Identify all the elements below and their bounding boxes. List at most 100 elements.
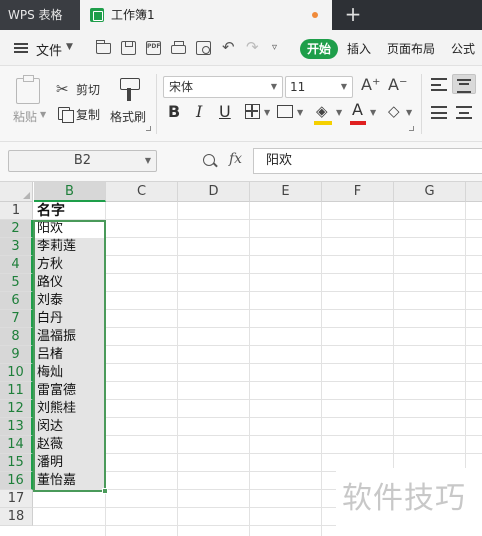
new-tab-button[interactable]: + xyxy=(332,0,374,30)
format-painter-button[interactable]: 格式刷 xyxy=(110,108,146,125)
column-header-b[interactable]: B xyxy=(34,182,106,202)
font-size-select[interactable]: 11 ▼ xyxy=(285,76,353,98)
cell-b13[interactable]: 闵达 xyxy=(34,418,105,436)
chevron-down-icon[interactable]: ▼ xyxy=(145,151,151,171)
cell-b10[interactable]: 梅灿 xyxy=(34,364,105,382)
chevron-down-icon[interactable]: ▼ xyxy=(297,108,303,117)
cell-b8[interactable]: 温福振 xyxy=(34,328,105,346)
hamburger-menu-icon[interactable] xyxy=(14,43,28,53)
fill-color-icon[interactable]: ◈ xyxy=(316,102,328,120)
file-menu[interactable]: 文件 xyxy=(36,40,62,59)
borders-icon[interactable] xyxy=(245,104,260,119)
cell-b11[interactable]: 雷富德 xyxy=(34,382,105,400)
row-header-17[interactable]: 17 xyxy=(0,490,33,508)
more-icon[interactable]: ▿ xyxy=(272,42,277,56)
undo-icon[interactable]: ↶ xyxy=(222,40,235,55)
row-header-1[interactable]: 1 xyxy=(0,202,33,220)
row-header-16[interactable]: 16 xyxy=(0,472,33,490)
row-header-6[interactable]: 6 xyxy=(0,292,33,310)
group-launcher-icon[interactable] xyxy=(409,126,414,131)
row-header-15[interactable]: 15 xyxy=(0,454,33,472)
fill-handle[interactable] xyxy=(102,488,108,494)
select-all-corner[interactable] xyxy=(0,182,33,202)
merge-cells-icon[interactable] xyxy=(277,105,293,118)
italic-button[interactable]: I xyxy=(196,102,202,121)
copy-icon[interactable] xyxy=(58,107,74,123)
row-header-18[interactable]: 18 xyxy=(0,508,33,526)
clear-format-icon[interactable]: ◇ xyxy=(388,102,400,120)
cell-b9[interactable]: 吕楮 xyxy=(34,346,105,364)
group-launcher-icon[interactable] xyxy=(146,126,151,131)
cell-b2[interactable]: 阳欢 xyxy=(34,220,105,238)
row-header-11[interactable]: 11 xyxy=(0,382,33,400)
cell-b15[interactable]: 潘明 xyxy=(34,454,105,472)
tab-insert[interactable]: 插入 xyxy=(347,39,371,59)
cell-b16[interactable]: 董怡嘉 xyxy=(34,472,105,490)
row-header-5[interactable]: 5 xyxy=(0,274,33,292)
chevron-down-icon[interactable]: ▼ xyxy=(40,110,46,119)
chevron-down-icon[interactable]: ▼ xyxy=(341,77,347,97)
chevron-down-icon[interactable]: ▼ xyxy=(264,108,270,117)
redo-icon[interactable]: ↷ xyxy=(246,40,259,55)
row-header-7[interactable]: 7 xyxy=(0,310,33,328)
cell-b1[interactable]: 名字 xyxy=(34,202,105,220)
row-header-9[interactable]: 9 xyxy=(0,346,33,364)
row-header-2[interactable]: 2 xyxy=(0,220,33,238)
paste-button[interactable]: 粘贴 xyxy=(13,108,37,125)
font-color-button[interactable]: A xyxy=(352,100,363,119)
format-painter-icon[interactable] xyxy=(120,78,140,102)
print-icon[interactable] xyxy=(171,41,186,54)
tab-formulas[interactable]: 公式 xyxy=(451,39,475,59)
bold-button[interactable]: B xyxy=(168,102,180,121)
cut-button[interactable]: 剪切 xyxy=(76,81,100,98)
scissors-icon[interactable]: ✂ xyxy=(56,80,69,98)
align-middle-icon[interactable] xyxy=(452,74,476,94)
cell-b6[interactable]: 刘泰 xyxy=(34,292,105,310)
tab-page-layout[interactable]: 页面布局 xyxy=(387,39,435,59)
row-header-3[interactable]: 3 xyxy=(0,238,33,256)
cell-b12[interactable]: 刘熊桂 xyxy=(34,400,105,418)
save-icon[interactable] xyxy=(121,41,136,55)
underline-button[interactable]: U xyxy=(219,102,231,121)
formula-input[interactable]: 阳欢 xyxy=(253,148,482,174)
cell-b3[interactable]: 李莉莲 xyxy=(34,238,105,256)
insert-function-icon[interactable]: fx xyxy=(229,151,242,167)
align-left-icon[interactable] xyxy=(431,106,447,119)
chevron-down-icon[interactable]: ▼ xyxy=(336,108,342,117)
column-header-g[interactable]: G xyxy=(394,182,466,202)
row-header-13[interactable]: 13 xyxy=(0,418,33,436)
cell-b4[interactable]: 方秋 xyxy=(34,256,105,274)
pdf-export-icon[interactable]: PDF xyxy=(146,41,161,55)
cell-b7[interactable]: 白丹 xyxy=(34,310,105,328)
open-icon[interactable] xyxy=(96,40,111,54)
chevron-down-icon[interactable]: ▼ xyxy=(370,108,376,117)
column-header-d[interactable]: D xyxy=(178,182,250,202)
name-box[interactable]: B2 ▼ xyxy=(8,150,157,172)
column-header-c[interactable]: C xyxy=(106,182,178,202)
paste-icon[interactable] xyxy=(16,75,40,104)
row-header-10[interactable]: 10 xyxy=(0,364,33,382)
app-tab[interactable]: WPS 表格 xyxy=(0,0,80,30)
row-header-8[interactable]: 8 xyxy=(0,328,33,346)
decrease-font-size-button[interactable]: A⁻ xyxy=(388,75,407,94)
chevron-down-icon[interactable]: ▼ xyxy=(66,42,73,52)
column-header-e[interactable]: E xyxy=(250,182,322,202)
increase-font-size-button[interactable]: A⁺ xyxy=(361,75,380,94)
row-header-4[interactable]: 4 xyxy=(0,256,33,274)
row-header-12[interactable]: 12 xyxy=(0,400,33,418)
cell-b5[interactable]: 路仪 xyxy=(34,274,105,292)
document-tab[interactable]: 工作簿1 xyxy=(80,0,332,30)
font-name-select[interactable]: 宋体 ▼ xyxy=(163,76,283,98)
print-preview-icon[interactable] xyxy=(196,41,211,55)
align-top-icon[interactable] xyxy=(431,78,447,91)
cell-b14[interactable]: 赵薇 xyxy=(34,436,105,454)
search-icon[interactable] xyxy=(203,154,215,166)
align-center-icon[interactable] xyxy=(456,106,472,119)
column-header-partial[interactable] xyxy=(466,182,482,202)
tab-start[interactable]: 开始 xyxy=(300,39,338,59)
copy-button[interactable]: 复制 xyxy=(76,106,100,123)
column-header-f[interactable]: F xyxy=(322,182,394,202)
chevron-down-icon[interactable]: ▼ xyxy=(406,108,412,117)
row-header-14[interactable]: 14 xyxy=(0,436,33,454)
unsaved-indicator-icon[interactable] xyxy=(312,12,318,18)
